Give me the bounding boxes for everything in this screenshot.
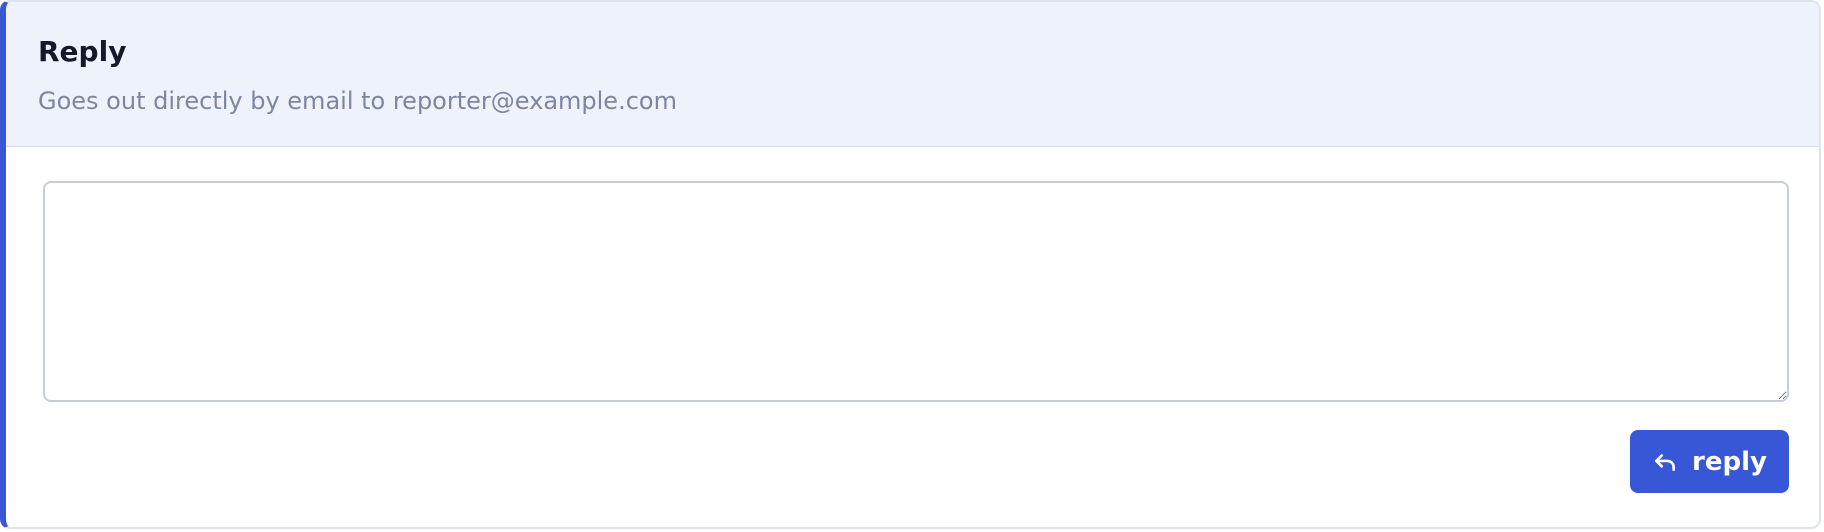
reply-title: Reply — [38, 35, 127, 68]
reply-button-label: reply — [1692, 446, 1767, 477]
reply-button[interactable]: reply — [1630, 430, 1789, 493]
reply-subtitle: Goes out directly by email to reporter@e… — [38, 87, 677, 115]
reply-card-header: Reply Goes out directly by email to repo… — [6, 2, 1819, 147]
reply-textarea[interactable] — [43, 181, 1789, 402]
reply-card: Reply Goes out directly by email to repo… — [0, 0, 1821, 529]
reply-card-body: reply — [6, 147, 1819, 527]
reply-arrow-icon — [1652, 449, 1678, 475]
